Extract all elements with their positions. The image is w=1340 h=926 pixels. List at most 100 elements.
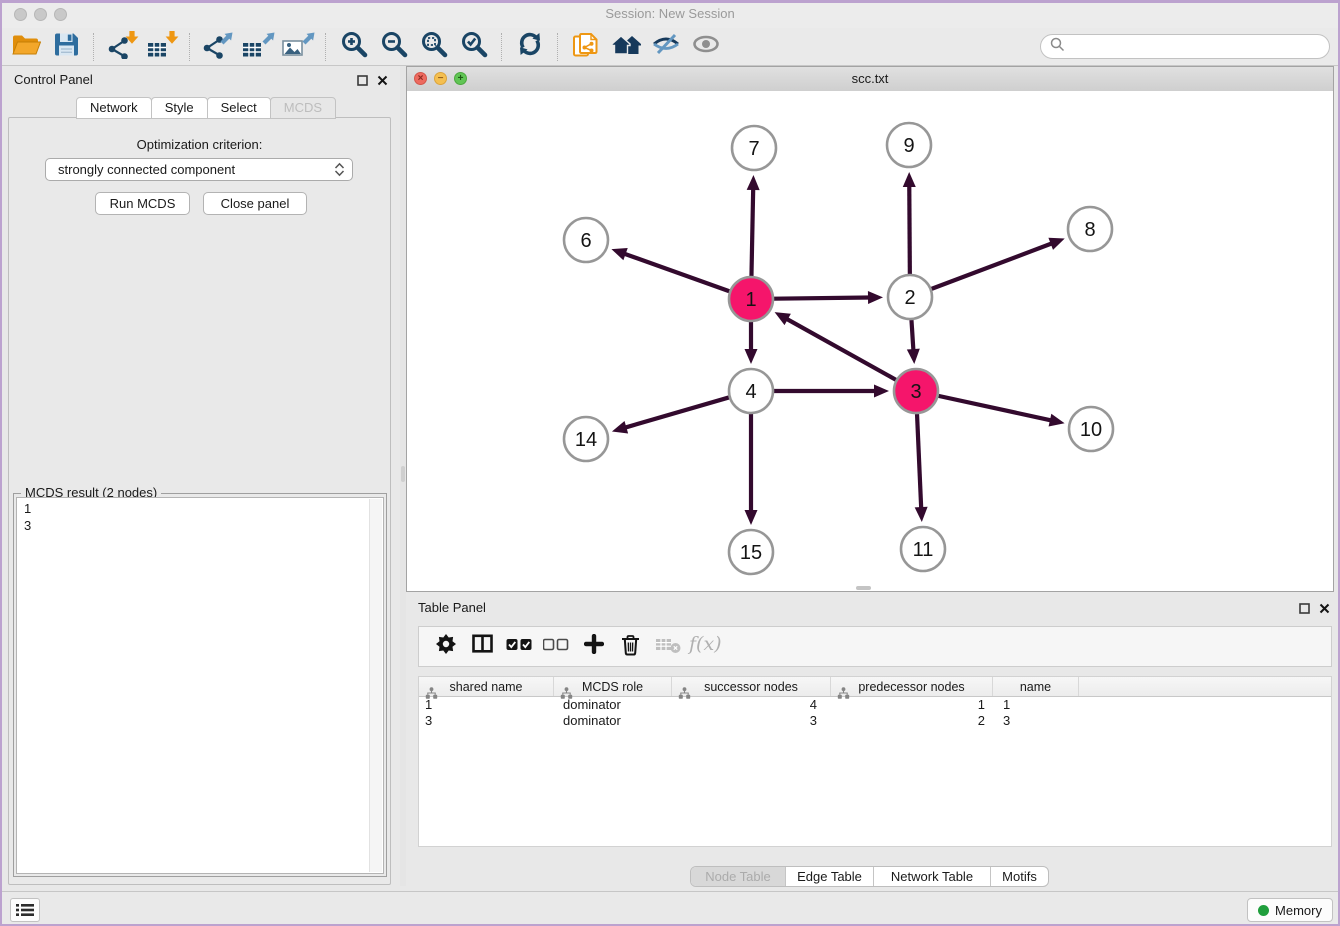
graph-edge-4-15[interactable]	[745, 414, 758, 525]
float-panel-icon[interactable]	[1299, 601, 1310, 619]
table-cell: 4	[672, 697, 831, 713]
graph-node-1[interactable]: 1	[729, 277, 773, 321]
save-session-button[interactable]	[46, 31, 86, 63]
graph-edge-1-4[interactable]	[745, 322, 758, 364]
table-cell: 3	[419, 713, 554, 729]
open-file-icon	[11, 31, 41, 63]
tab-select[interactable]: Select	[207, 97, 271, 119]
graph-edge-2-8[interactable]	[932, 238, 1065, 289]
column-header-shared-name[interactable]: shared name	[419, 677, 554, 696]
status-bar: Memory	[0, 891, 1340, 926]
graph-node-15[interactable]: 15	[729, 530, 773, 574]
tab-node-table[interactable]: Node Table	[691, 867, 785, 886]
graph-node-3[interactable]: 3	[894, 369, 938, 413]
close-panel-button[interactable]: Close panel	[203, 192, 307, 215]
import-network-button[interactable]	[102, 31, 142, 63]
import-table-button[interactable]	[142, 31, 182, 63]
criterion-dropdown[interactable]: strongly connected component	[45, 158, 353, 181]
column-header-predecessor-nodes[interactable]: predecessor nodes	[831, 677, 993, 696]
zoom-in-button[interactable]	[334, 31, 374, 63]
zoom-selected-button[interactable]	[454, 31, 494, 63]
graph-node-2[interactable]: 2	[888, 275, 932, 319]
split-panel-icon	[472, 634, 494, 659]
tab-mcds[interactable]: MCDS	[270, 97, 336, 119]
column-header-name[interactable]: name	[993, 677, 1079, 696]
hide-style-button[interactable]	[646, 31, 686, 63]
tab-edge-table[interactable]: Edge Table	[785, 867, 873, 886]
graph-node-9[interactable]: 9	[887, 123, 931, 167]
graph-node-6[interactable]: 6	[564, 218, 608, 262]
split-panel-button[interactable]	[464, 632, 501, 662]
search-icon	[1050, 37, 1065, 57]
apply-layout-button[interactable]	[510, 31, 550, 63]
column-header-mcds-role[interactable]: MCDS role	[554, 677, 672, 696]
graph-node-10[interactable]: 10	[1069, 407, 1113, 451]
graph-node-4[interactable]: 4	[729, 369, 773, 413]
import-network-icon	[105, 30, 139, 64]
graph-edge-3-11[interactable]	[915, 414, 928, 522]
export-network-button[interactable]	[198, 31, 238, 63]
tab-network[interactable]: Network	[76, 97, 152, 119]
delete-column-icon	[620, 633, 642, 661]
add-column-button[interactable]	[575, 632, 612, 662]
save-session-icon	[53, 31, 80, 63]
select-all-button[interactable]	[501, 632, 538, 662]
table-panel: Table Panel f(x) shared nameMCDS rolesuc…	[406, 594, 1340, 886]
graph-edge-2-3[interactable]	[907, 320, 920, 364]
tab-motifs[interactable]: Motifs	[990, 867, 1048, 886]
zoom-fit-icon	[420, 30, 448, 63]
clone-network-button[interactable]	[566, 31, 606, 63]
deselect-all-button[interactable]	[538, 632, 575, 662]
graph-node-7[interactable]: 7	[732, 126, 776, 170]
network-window-titlebar: × − + scc.txt	[407, 67, 1333, 92]
zoom-fit-button[interactable]	[414, 31, 454, 63]
graph-edge-1-2[interactable]	[774, 291, 883, 304]
graph-edge-2-9[interactable]	[903, 172, 916, 274]
float-panel-icon[interactable]	[357, 73, 368, 91]
search-field[interactable]	[1040, 34, 1330, 59]
control-panel-title: Control Panel	[14, 72, 93, 87]
graph-edge-3-1[interactable]	[775, 312, 896, 380]
network-canvas[interactable]: 1 2 3 4 6 7 8 9 10 11 14 15	[407, 91, 1333, 591]
graph-node-14[interactable]: 14	[564, 417, 608, 461]
graph-edge-4-3[interactable]	[774, 385, 889, 398]
zoom-out-button[interactable]	[374, 31, 414, 63]
result-scrollbar[interactable]	[369, 499, 382, 872]
export-table-icon	[241, 30, 275, 64]
tab-style[interactable]: Style	[151, 97, 208, 119]
delete-column-button[interactable]	[612, 632, 649, 662]
graph-edge-4-14[interactable]	[612, 397, 729, 433]
close-panel-icon[interactable]	[1319, 601, 1330, 619]
close-panel-icon[interactable]	[377, 73, 388, 91]
graph-edge-1-7[interactable]	[747, 175, 760, 276]
table-row[interactable]: 3dominator323	[419, 713, 1331, 729]
home-button[interactable]	[606, 31, 646, 63]
canvas-resize-grip[interactable]	[856, 586, 871, 590]
export-table-button[interactable]	[238, 31, 278, 63]
graph-edge-1-6[interactable]	[611, 248, 729, 291]
task-history-button[interactable]	[10, 898, 40, 922]
table-row[interactable]: 1dominator411	[419, 697, 1331, 713]
graph-edge-3-10[interactable]	[938, 396, 1064, 427]
search-input[interactable]	[1071, 36, 1329, 58]
settings-gear-button[interactable]	[427, 632, 464, 662]
graph-node-8[interactable]: 8	[1068, 207, 1112, 251]
optimization-criterion-label: Optimization criterion:	[9, 137, 390, 152]
mcds-result-groupbox: MCDS result (2 nodes) 13	[13, 493, 387, 877]
delete-table-icon	[655, 635, 681, 659]
graph-node-11[interactable]: 11	[901, 527, 945, 571]
mcds-result-line: 1	[24, 500, 383, 517]
column-header-successor-nodes[interactable]: successor nodes	[672, 677, 831, 696]
node-label: 15	[740, 542, 762, 564]
export-image-button[interactable]	[278, 31, 318, 63]
run-mcds-button[interactable]: Run MCDS	[95, 192, 190, 215]
control-panel: Control Panel NetworkStyleSelectMCDS Opt…	[0, 66, 400, 886]
mcds-result-area[interactable]: 13	[16, 497, 384, 874]
open-file-button[interactable]	[6, 31, 46, 63]
export-image-icon	[281, 30, 315, 64]
tab-network-table[interactable]: Network Table	[873, 867, 990, 886]
memory-button[interactable]: Memory	[1247, 898, 1333, 922]
add-column-icon	[584, 634, 604, 659]
show-eye-button[interactable]	[686, 31, 726, 63]
splitter-grip[interactable]	[401, 466, 405, 482]
